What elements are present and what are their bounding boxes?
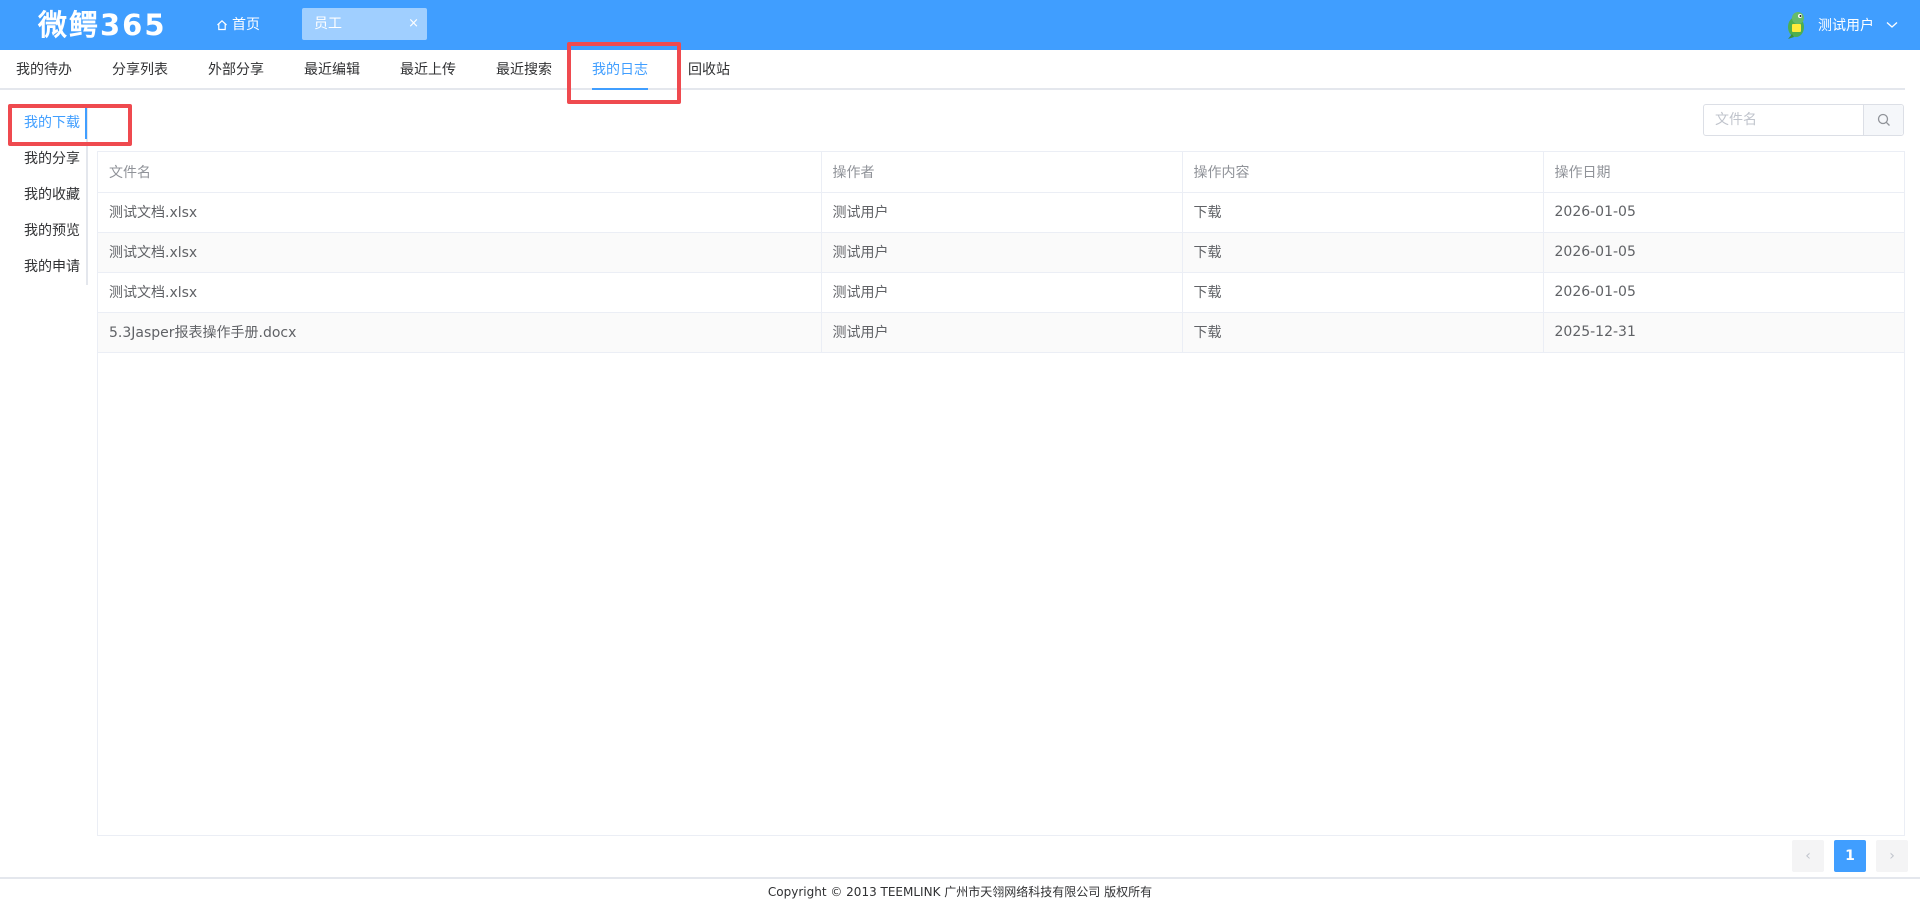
cell-date: 2025-12-31 (1543, 312, 1904, 353)
footer-divider (0, 877, 1920, 879)
table-header-row: 文件名 操作者 操作内容 操作日期 (98, 152, 1904, 193)
column-header-filename[interactable]: 文件名 (98, 152, 822, 193)
user-avatar-icon (1788, 12, 1804, 39)
user-name: 测试用户 (1818, 18, 1874, 34)
cell-action: 下载 (1182, 272, 1544, 313)
cell-date: 2026-01-05 (1543, 192, 1904, 233)
active-tab-indicator (592, 88, 648, 90)
side-menu: 我的下载 我的分享 我的收藏 我的预览 我的申请 (0, 105, 88, 285)
table-row[interactable]: 5.3Jasper报表操作手册.docx 测试用户 下载 2025-12-31 (98, 312, 1904, 353)
home-link[interactable]: 首页 (216, 14, 260, 36)
cell-action: 下载 (1182, 232, 1544, 273)
search-button[interactable] (1863, 105, 1903, 135)
side-item-my-previews[interactable]: 我的预览 (24, 221, 80, 241)
home-label: 首页 (232, 17, 260, 33)
user-menu[interactable]: 测试用户 (1782, 10, 1898, 40)
home-icon (217, 19, 227, 31)
app-logo[interactable]: 微鳄365 (38, 6, 167, 44)
cell-filename: 5.3Jasper报表操作手册.docx (98, 312, 822, 353)
tab-share-list[interactable]: 分享列表 (112, 50, 168, 90)
cell-action: 下载 (1182, 192, 1544, 233)
footer-copyright: Copyright © 2013 TEEMLINK 广州市天翎网络科技有限公司 … (767, 885, 1153, 899)
log-table: 文件名 操作者 操作内容 操作日期 测试文档.xlsx 测试用户 下载 2026… (97, 151, 1905, 836)
pagination: ‹ 1 › (1792, 840, 1918, 872)
tab-recent-search[interactable]: 最近搜索 (496, 50, 552, 90)
cell-filename: 测试文档.xlsx (98, 232, 822, 273)
table-row[interactable]: 测试文档.xlsx 测试用户 下载 2026-01-05 (98, 272, 1904, 313)
side-item-my-shares[interactable]: 我的分享 (24, 149, 80, 169)
search-input[interactable] (1704, 105, 1863, 135)
close-icon[interactable]: × (408, 8, 419, 40)
side-item-my-requests[interactable]: 我的申请 (24, 257, 80, 277)
column-header-date[interactable]: 操作日期 (1543, 152, 1904, 193)
cell-filename: 测试文档.xlsx (98, 192, 822, 233)
table-row[interactable]: 测试文档.xlsx 测试用户 下载 2026-01-05 (98, 232, 1904, 273)
tab-external-share[interactable]: 外部分享 (208, 50, 264, 90)
search-icon (1877, 113, 1890, 126)
tab-recent-upload[interactable]: 最近上传 (400, 50, 456, 90)
tab-my-todo[interactable]: 我的待办 (16, 50, 72, 90)
tab-recent-edit[interactable]: 最近编辑 (304, 50, 360, 90)
cell-action: 下载 (1182, 312, 1544, 353)
cell-filename: 测试文档.xlsx (98, 272, 822, 313)
cell-date: 2026-01-05 (1543, 272, 1904, 313)
cell-operator: 测试用户 (821, 312, 1183, 353)
side-item-my-downloads[interactable]: 我的下载 (24, 113, 80, 133)
column-header-operator[interactable]: 操作者 (821, 152, 1183, 193)
page-number-button[interactable]: 1 (1834, 840, 1866, 872)
top-header: 微鳄365 首页 员工 × 测试用户 (0, 0, 1920, 50)
prev-page-button[interactable]: ‹ (1792, 840, 1824, 872)
open-tab-employee[interactable]: 员工 × (302, 8, 427, 40)
tab-recycle-bin[interactable]: 回收站 (688, 50, 730, 90)
main-tabs: 我的待办 分享列表 外部分享 最近编辑 最近上传 最近搜索 我的日志 回收站 (0, 50, 1905, 90)
side-active-indicator (85, 105, 87, 139)
chevron-down-icon[interactable] (1886, 21, 1898, 29)
next-page-button[interactable]: › (1876, 840, 1908, 872)
cell-operator: 测试用户 (821, 232, 1183, 273)
tab-my-log[interactable]: 我的日志 (592, 50, 648, 90)
cell-date: 2026-01-05 (1543, 232, 1904, 273)
column-header-action[interactable]: 操作内容 (1182, 152, 1544, 193)
cell-operator: 测试用户 (821, 272, 1183, 313)
search-box (1703, 104, 1904, 136)
side-item-my-favorites[interactable]: 我的收藏 (24, 185, 80, 205)
cell-operator: 测试用户 (821, 192, 1183, 233)
table-row[interactable]: 测试文档.xlsx 测试用户 下载 2026-01-05 (98, 192, 1904, 233)
open-tab-label: 员工 (314, 16, 342, 32)
